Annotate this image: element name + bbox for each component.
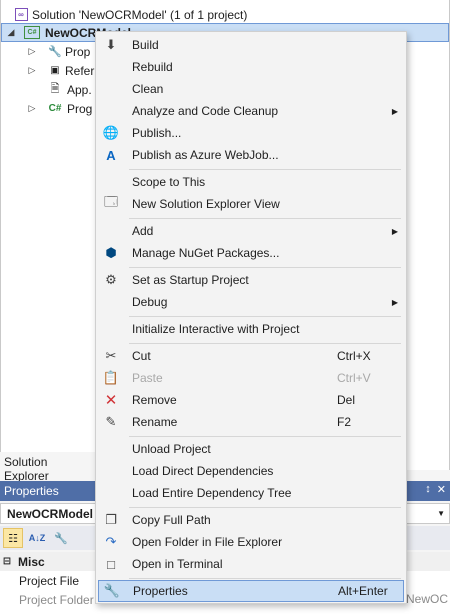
tree-item-label: Prop — [65, 44, 91, 59]
solution-icon: ∞ — [13, 7, 29, 23]
csharp-file-icon: C# — [48, 103, 62, 114]
solution-explorer-tab[interactable]: Solution Explorer — [0, 452, 95, 483]
menu-item-scope[interactable]: Scope to This — [98, 171, 404, 193]
submenu-arrow-icon: ▶ — [391, 106, 398, 116]
config-file-icon: 🗎 — [50, 83, 60, 95]
menu-item-debug[interactable]: Debug ▶ — [98, 291, 404, 313]
menu-separator — [129, 578, 401, 579]
shortcut-label: Del — [337, 393, 356, 407]
menu-item-new-view[interactable]: 🗔 New Solution Explorer View — [98, 193, 404, 215]
tree-item-label: Refer — [65, 63, 95, 78]
menu-separator — [129, 507, 401, 508]
menu-item-open-terminal[interactable]: □ Open in Terminal — [98, 553, 404, 575]
menu-item-clean[interactable]: Clean — [98, 78, 404, 100]
collapse-minus-icon[interactable]: ⊟ — [0, 556, 14, 567]
menu-separator — [129, 343, 401, 344]
tree-item-label: App. — [67, 82, 92, 97]
submenu-arrow-icon: ▶ — [391, 226, 398, 236]
references-icon: ▣ — [50, 65, 60, 76]
csharp-project-icon: C# — [24, 25, 40, 41]
category-label: Misc — [18, 554, 45, 569]
gear-icon: ⚙ — [105, 272, 117, 287]
context-menu: ⬇ Build Rebuild Clean Analyze and Code C… — [95, 31, 407, 604]
object-name: NewOCRModel — [7, 506, 94, 521]
menu-item-copy-path[interactable]: ❐ Copy Full Path — [98, 509, 404, 531]
terminal-icon: □ — [107, 556, 115, 572]
expand-arrow-icon[interactable]: ▷ — [27, 103, 37, 114]
menu-item-rename[interactable]: ✎ Rename F2 — [98, 411, 404, 433]
scissors-icon: ✂ — [105, 348, 117, 363]
clipboard-icon: 📋 — [102, 370, 120, 385]
rename-icon: ✎ — [105, 414, 117, 429]
shortcut-label: Ctrl+X — [337, 349, 371, 363]
menu-item-add[interactable]: Add ▶ — [98, 220, 404, 242]
property-pages-wrench-icon[interactable]: 🔧 — [51, 528, 71, 548]
collapse-arrow-icon[interactable]: ◢ — [6, 27, 16, 38]
menu-separator — [129, 267, 401, 268]
expand-arrow-icon[interactable]: ▷ — [27, 65, 37, 76]
new-view-icon: 🗔 — [103, 194, 119, 209]
categorized-view-icon[interactable]: ☷ — [3, 528, 23, 548]
shortcut-label: F2 — [337, 415, 352, 429]
globe-icon: 🌐 — [102, 125, 120, 140]
open-folder-arrow-icon: ↷ — [105, 534, 117, 549]
menu-item-properties[interactable]: 🔧 Properties Alt+Enter — [98, 580, 404, 602]
menu-item-interactive[interactable]: Initialize Interactive with Project — [98, 318, 404, 340]
solution-label: Solution 'NewOCRModel' (1 of 1 project) — [32, 7, 248, 22]
menu-item-load-tree[interactable]: Load Entire Dependency Tree — [98, 482, 404, 504]
properties-title: Properties — [4, 484, 59, 498]
menu-item-publish[interactable]: 🌐 Publish... — [98, 122, 404, 144]
submenu-arrow-icon: ▶ — [391, 297, 398, 307]
close-icon[interactable]: ✕ — [437, 483, 446, 496]
menu-item-cut[interactable]: ✂ Cut Ctrl+X — [98, 345, 404, 367]
menu-item-unload[interactable]: Unload Project — [98, 438, 404, 460]
build-icon: ⬇ — [105, 37, 117, 52]
alphabetical-sort-icon[interactable]: A↓Z — [27, 528, 47, 548]
property-name: Project File — [19, 573, 80, 588]
menu-item-publish-azure[interactable]: A Publish as Azure WebJob... — [98, 144, 404, 166]
chevron-down-icon[interactable]: ▼ — [437, 509, 445, 518]
azure-icon: A — [106, 147, 116, 163]
menu-separator — [129, 316, 401, 317]
wrench-icon: 🔧 — [48, 46, 62, 58]
menu-item-rebuild[interactable]: Rebuild — [98, 56, 404, 78]
remove-x-icon: ✕ — [104, 392, 118, 409]
menu-item-load-direct[interactable]: Load Direct Dependencies — [98, 460, 404, 482]
copy-icon: ❐ — [105, 512, 117, 527]
menu-separator — [129, 436, 401, 437]
menu-item-paste[interactable]: 📋 Paste Ctrl+V — [98, 367, 404, 389]
nuget-icon: ⬢ — [105, 245, 117, 260]
shortcut-label: Ctrl+V — [337, 371, 371, 385]
property-name: Project Folder — [19, 592, 94, 607]
menu-separator — [129, 169, 401, 170]
shortcut-label: Alt+Enter — [338, 584, 388, 598]
tree-item-solution[interactable]: ∞ Solution 'NewOCRModel' (1 of 1 project… — [1, 5, 449, 24]
tree-item-label: Prog — [67, 101, 93, 116]
menu-item-startup[interactable]: ⚙ Set as Startup Project — [98, 269, 404, 291]
pin-icon[interactable]: ↕ — [425, 483, 431, 496]
property-value-peek: NewOC — [405, 592, 448, 606]
menu-item-nuget[interactable]: ⬢ Manage NuGet Packages... — [98, 242, 404, 264]
menu-separator — [129, 218, 401, 219]
menu-item-open-folder[interactable]: ↷ Open Folder in File Explorer — [98, 531, 404, 553]
wrench-icon: 🔧 — [103, 583, 121, 598]
expand-arrow-icon[interactable]: ▷ — [27, 46, 37, 57]
menu-item-analyze[interactable]: Analyze and Code Cleanup ▶ — [98, 100, 404, 122]
menu-item-build[interactable]: ⬇ Build — [98, 34, 404, 56]
menu-item-remove[interactable]: ✕ Remove Del — [98, 389, 404, 411]
